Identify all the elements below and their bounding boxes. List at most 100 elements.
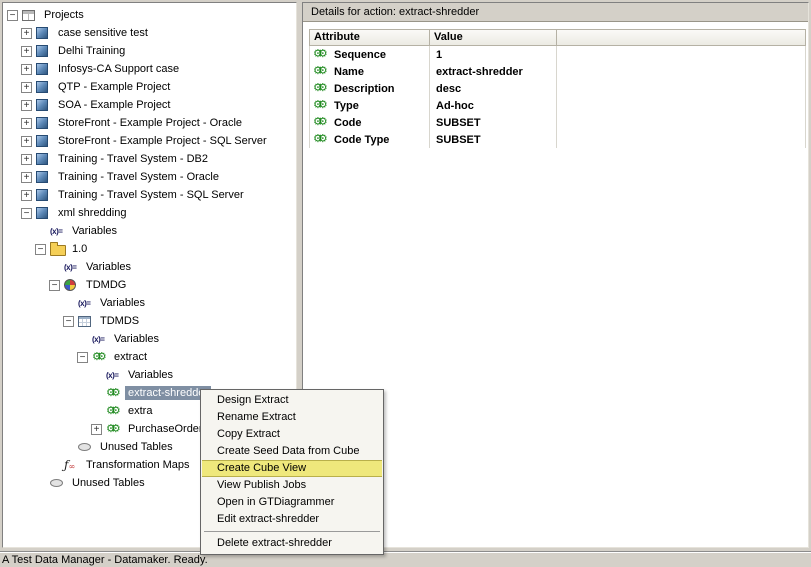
tree-item-label: Variables bbox=[86, 261, 132, 273]
varsign-icon: (x)= bbox=[92, 334, 105, 344]
cube-icon bbox=[36, 43, 55, 59]
gears-icon: ⚙⚙ bbox=[313, 116, 328, 128]
attribute-row: ⚙⚙ Type Ad-hoc bbox=[309, 97, 806, 114]
collapse-icon[interactable]: − bbox=[77, 351, 88, 363]
tree-item[interactable]: + Training - Travel System - Oracle bbox=[3, 168, 296, 186]
tree-item-label: Variables bbox=[72, 225, 118, 237]
attribute-name: Sequence bbox=[334, 48, 386, 61]
menu-item-delete-extract-shredder[interactable]: Delete extract-shredder bbox=[202, 535, 382, 552]
attribute-cell: ⚙⚙ Code bbox=[309, 114, 430, 131]
fx-icon: ƒ bbox=[64, 457, 83, 473]
tree-item-label: Variables bbox=[114, 333, 160, 345]
expand-icon[interactable]: + bbox=[21, 135, 32, 147]
tree-item-label: SOA - Example Project bbox=[58, 99, 171, 111]
empty-cell bbox=[557, 97, 806, 114]
tree-item-label: TDMDG bbox=[86, 279, 127, 291]
tree-item[interactable]: + StoreFront - Example Project - Oracle bbox=[3, 114, 296, 132]
tree-item[interactable]: + SOA - Example Project bbox=[3, 96, 296, 114]
menu-item-design-extract[interactable]: Design Extract bbox=[202, 392, 382, 409]
gears-icon: ⚙⚙ bbox=[92, 350, 107, 363]
tree-item[interactable]: + Training - Travel System - SQL Server bbox=[3, 186, 296, 204]
gears-icon: ⚙⚙ bbox=[106, 404, 121, 417]
tree-item-label: Infosys-CA Support case bbox=[58, 63, 180, 75]
menu-item-rename-extract[interactable]: Rename Extract bbox=[202, 409, 382, 426]
tree-item-label: Transformation Maps bbox=[86, 459, 190, 471]
gears-icon: ⚙⚙ bbox=[313, 133, 328, 145]
menu-separator bbox=[204, 531, 380, 532]
empty-cell bbox=[557, 114, 806, 131]
expand-icon[interactable]: + bbox=[21, 45, 32, 57]
tree-item[interactable]: (x)= Variables bbox=[3, 366, 296, 384]
tree-item[interactable]: + Infosys-CA Support case bbox=[3, 60, 296, 78]
tree-item[interactable]: − xml shredding bbox=[3, 204, 296, 222]
tree-item[interactable]: (x)= Variables bbox=[3, 258, 296, 276]
gears-icon: ⚙⚙ bbox=[106, 422, 121, 435]
tree-item[interactable]: − TDMDG bbox=[3, 276, 296, 294]
tree-item-label: TDMDS bbox=[100, 315, 140, 327]
collapse-icon[interactable]: − bbox=[35, 243, 46, 255]
tree-item[interactable]: + Delhi Training bbox=[3, 42, 296, 60]
attribute-value: desc bbox=[436, 82, 462, 95]
cube-icon bbox=[36, 205, 55, 221]
expand-icon[interactable]: + bbox=[21, 99, 32, 111]
tree-item[interactable]: − Projects bbox=[3, 6, 296, 24]
expand-icon[interactable]: + bbox=[21, 189, 32, 201]
pie-icon bbox=[64, 277, 83, 293]
collapse-icon[interactable]: − bbox=[49, 279, 60, 291]
column-header-attribute[interactable]: Attribute bbox=[309, 29, 430, 46]
expand-icon[interactable]: + bbox=[21, 81, 32, 93]
menu-item-edit-extract-shredder[interactable]: Edit extract-shredder bbox=[202, 511, 382, 528]
attribute-row: ⚙⚙ Code SUBSET bbox=[309, 114, 806, 131]
menu-item-create-seed-data-from-cube[interactable]: Create Seed Data from Cube bbox=[202, 443, 382, 460]
expand-icon[interactable]: + bbox=[91, 423, 102, 435]
collapse-icon[interactable]: − bbox=[63, 315, 74, 327]
tree-item[interactable]: (x)= Variables bbox=[3, 294, 296, 312]
tree-item-label: StoreFront - Example Project - SQL Serve… bbox=[58, 135, 267, 147]
menu-item-view-publish-jobs[interactable]: View Publish Jobs bbox=[202, 477, 382, 494]
details-header-title: Details for action: extract-shredder bbox=[303, 3, 808, 22]
tree-item-label: Delhi Training bbox=[58, 45, 126, 57]
varsign-icon: (x)= bbox=[78, 298, 91, 308]
tree-item-label: Unused Tables bbox=[100, 441, 173, 453]
attribute-cell: ⚙⚙ Sequence bbox=[309, 46, 430, 63]
tree-item-label: Variables bbox=[100, 297, 146, 309]
status-text: A Test Data Manager - Datamaker. Ready. bbox=[2, 554, 208, 566]
attribute-name: Type bbox=[334, 99, 359, 112]
tree-item[interactable]: + case sensitive test bbox=[3, 24, 296, 42]
tree-item-label: xml shredding bbox=[58, 207, 127, 219]
expand-icon[interactable]: + bbox=[21, 63, 32, 75]
tree-item[interactable]: + QTP - Example Project bbox=[3, 78, 296, 96]
tree-item[interactable]: − ⚙⚙ extract bbox=[3, 348, 296, 366]
attribute-value: SUBSET bbox=[436, 116, 481, 129]
tree-item[interactable]: (x)= Variables bbox=[3, 222, 296, 240]
tree-item[interactable]: + StoreFront - Example Project - SQL Serv… bbox=[3, 132, 296, 150]
tree-item-label: Training - Travel System - SQL Server bbox=[58, 189, 244, 201]
collapse-icon[interactable]: − bbox=[21, 207, 32, 219]
tree-item[interactable]: − TDMDS bbox=[3, 312, 296, 330]
gears-icon: ⚙⚙ bbox=[313, 82, 328, 94]
attribute-cell: ⚙⚙ Name bbox=[309, 63, 430, 80]
tree-item[interactable]: − 1.0 bbox=[3, 240, 296, 258]
cube-icon bbox=[36, 151, 55, 167]
attribute-table-header: Attribute Value bbox=[309, 29, 806, 46]
attribute-table: Attribute Value ⚙⚙ Sequence 1 ⚙⚙ Name extract… bbox=[303, 22, 808, 148]
menu-item-copy-extract[interactable]: Copy Extract bbox=[202, 426, 382, 443]
expand-icon[interactable]: + bbox=[21, 171, 32, 183]
expand-icon[interactable]: + bbox=[21, 117, 32, 129]
value-cell: SUBSET bbox=[430, 131, 557, 148]
expand-icon[interactable]: + bbox=[21, 27, 32, 39]
value-cell: Ad-hoc bbox=[430, 97, 557, 114]
tree-item[interactable]: (x)= Variables bbox=[3, 330, 296, 348]
cube-icon bbox=[36, 115, 55, 131]
tree-item-label: Projects bbox=[44, 9, 84, 21]
column-header-value[interactable]: Value bbox=[430, 29, 557, 46]
menu-item-create-cube-view[interactable]: Create Cube View bbox=[202, 460, 382, 477]
expand-icon[interactable]: + bbox=[21, 153, 32, 165]
attribute-cell: ⚙⚙ Description bbox=[309, 80, 430, 97]
cube-icon bbox=[36, 79, 55, 95]
attribute-row: ⚙⚙ Code Type SUBSET bbox=[309, 131, 806, 148]
tree-item[interactable]: + Training - Travel System - DB2 bbox=[3, 150, 296, 168]
collapse-icon[interactable]: − bbox=[7, 9, 18, 21]
menu-item-open-in-gtdiagrammer[interactable]: Open in GTDiagrammer bbox=[202, 494, 382, 511]
table-icon bbox=[78, 313, 97, 329]
